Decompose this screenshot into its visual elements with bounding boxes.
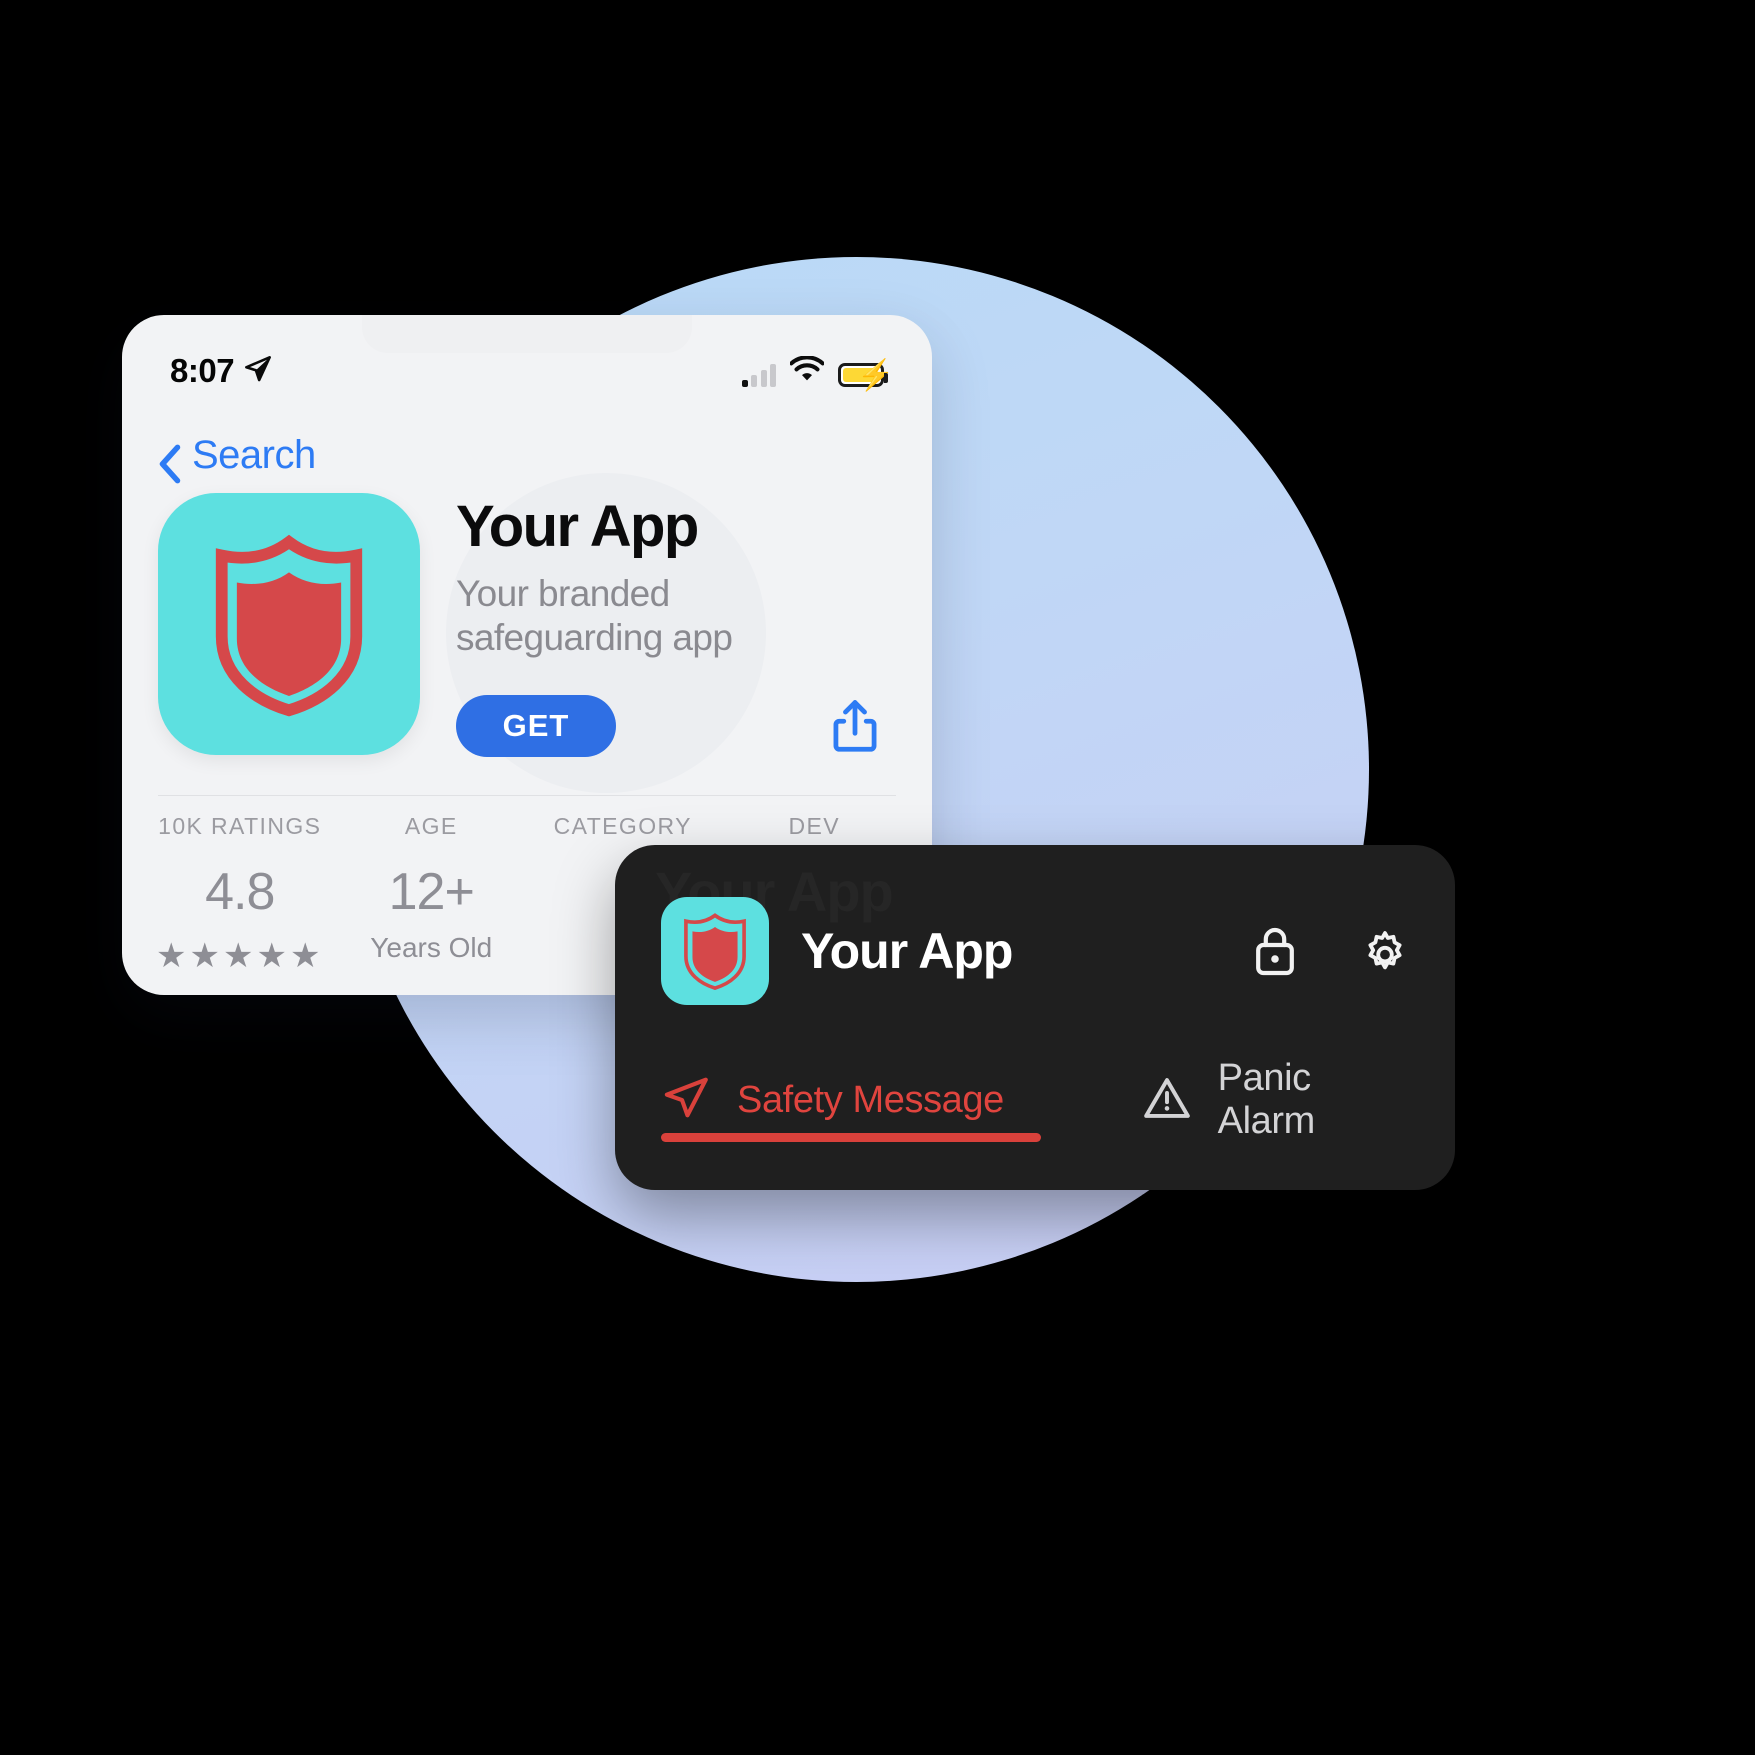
app-subtitle: Your branded safeguarding app xyxy=(456,572,733,659)
share-icon[interactable] xyxy=(832,698,878,754)
status-bar-time: 8:07 xyxy=(170,352,235,389)
shield-app-icon[interactable] xyxy=(158,493,420,755)
stat-sub: Years Old xyxy=(370,932,493,963)
stat-caption: DEV xyxy=(788,813,840,839)
widget-actions: Safety Message Panic Alarm xyxy=(661,1057,1411,1143)
screenshot-root: 8:07 ⚡ Search Your App Your branded safe… xyxy=(0,0,1755,1755)
stats-divider xyxy=(158,795,896,796)
lock-icon[interactable] xyxy=(1253,925,1297,977)
status-bar-left: 8:07 xyxy=(170,352,272,390)
stat-value: 12+ xyxy=(388,863,475,921)
stat-age: AGE 12+ Years Old xyxy=(336,813,528,976)
location-arrow-icon xyxy=(244,355,272,388)
chevron-left-icon xyxy=(158,444,182,483)
stat-value: 4.8 xyxy=(205,863,275,921)
safety-message-action[interactable]: Safety Message xyxy=(661,1057,1054,1143)
battery-charging-icon: ⚡ xyxy=(838,360,894,390)
cellular-signal-icon xyxy=(741,363,776,387)
stat-ratings: 10K RATINGS 4.8 ★★★★★ xyxy=(144,813,336,976)
safety-widget: Your App Your App Safety Message Panic A… xyxy=(615,845,1455,1190)
app-header: Your App Your branded safeguarding app G… xyxy=(122,473,932,793)
gear-icon[interactable] xyxy=(1359,925,1411,977)
rating-stars: ★★★★★ xyxy=(156,937,324,975)
stat-caption: 10K RATINGS xyxy=(158,813,322,839)
paper-plane-icon xyxy=(661,1073,711,1128)
app-title: Your App xyxy=(456,494,699,559)
active-action-underline xyxy=(661,1133,1041,1142)
stat-caption: CATEGORY xyxy=(553,813,692,839)
get-button[interactable]: GET xyxy=(456,694,616,757)
back-label: Search xyxy=(192,433,316,477)
widget-header: Your App xyxy=(661,897,1411,1005)
widget-header-icons xyxy=(1253,925,1411,977)
status-bar: 8:07 ⚡ xyxy=(122,341,932,401)
wifi-icon xyxy=(789,354,825,387)
app-action-row: GET xyxy=(456,694,896,757)
widget-title: Your App xyxy=(801,923,1013,979)
back-navigation[interactable]: Search xyxy=(122,433,932,483)
panic-alarm-action[interactable]: Panic Alarm xyxy=(1142,1057,1411,1143)
stat-caption: AGE xyxy=(404,813,458,839)
warning-triangle-icon xyxy=(1142,1073,1192,1128)
safety-message-label: Safety Message xyxy=(737,1078,1004,1121)
panic-alarm-label: Panic Alarm xyxy=(1217,1057,1316,1142)
app-meta: Your App Your branded safeguarding app G… xyxy=(446,473,896,793)
status-bar-right: ⚡ xyxy=(741,354,894,390)
shield-app-icon[interactable] xyxy=(661,897,769,1005)
